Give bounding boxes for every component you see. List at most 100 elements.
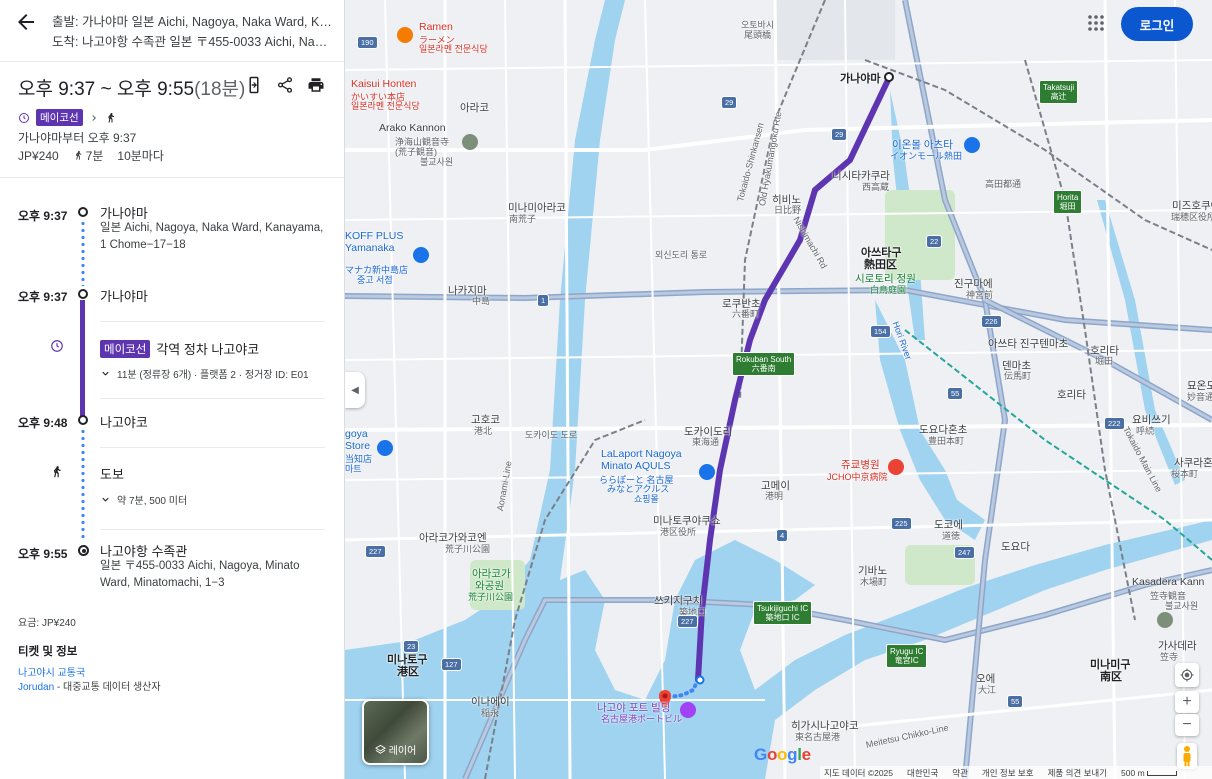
restaurant-marker[interactable] — [397, 27, 413, 43]
zoom-in-button[interactable]: + — [1175, 691, 1199, 713]
tickets-title: 티켓 및 정보 — [18, 646, 78, 658]
destination-text: 나고야항 수족관 일본 〒455-0033 Aichi, Nagoya, Min… — [81, 35, 332, 49]
map-canvas[interactable]: 가나야마 오토바시 尾頭橋 Ramen ラーメン 일본라멘 전문식당 Kaisu… — [345, 0, 1212, 779]
chevron-right-icon — [92, 114, 96, 121]
walk-details-toggle[interactable]: 약 7분, 500 미터 — [100, 492, 187, 507]
poi-label: Yamanaka — [345, 242, 395, 254]
agency-link[interactable]: 나고야시 교통국 — [18, 664, 85, 679]
exit-sign-jp: 六番南 — [751, 364, 776, 373]
poi-label[interactable]: goya — [345, 428, 368, 440]
station-label-jp: 妙音通 — [1187, 392, 1212, 402]
poi-label[interactable]: LaLaport Nagoya — [601, 448, 682, 460]
directions-panel: 출발: 가나야마 일본 Aichi, Nagoya, Naka Ward, Ka… — [0, 0, 345, 779]
back-arrow-icon[interactable] — [14, 10, 38, 34]
station-label: 아라코 — [460, 102, 489, 114]
route-shield: 55 — [947, 387, 964, 400]
stop-time: 오후 9:48 — [18, 416, 68, 430]
destination-field[interactable]: 도착: 나고야항 수족관 일본 〒455-0033 Aichi, Nagoya,… — [52, 31, 332, 50]
building-marker[interactable] — [680, 702, 696, 718]
park-label: 荒子川公園 — [468, 592, 514, 602]
clock-icon — [19, 112, 29, 123]
send-to-phone-icon[interactable] — [245, 76, 263, 94]
station-label: 아쓰타 진구텐마초 — [988, 338, 1069, 350]
time-range-text: 오후 9:37 ~ 오후 9:55 — [18, 79, 195, 100]
layers-button[interactable]: 레이어 — [362, 699, 429, 765]
station-label[interactable]: 가나야마 — [840, 70, 880, 86]
shop-marker[interactable] — [413, 247, 429, 263]
logo-letter: o — [766, 745, 778, 764]
ic-sign-jp: 高辻 — [1050, 92, 1067, 101]
station-label-jp: 豊田本町 — [928, 436, 965, 446]
collapse-panel-button[interactable]: ◀ — [345, 372, 365, 408]
scale-text: 500 m — [1121, 767, 1145, 778]
exit-sign-text: Rokuban South — [736, 355, 792, 364]
temple-marker[interactable] — [1157, 612, 1173, 628]
stop-name[interactable]: 나고야코 — [100, 412, 148, 431]
poi-label[interactable]: Arako Kannon — [379, 122, 446, 134]
divider — [100, 398, 325, 399]
poi-label[interactable]: Kaisui Honten — [351, 78, 416, 90]
route-shield: 154 — [870, 325, 891, 338]
station-marker[interactable] — [695, 675, 705, 685]
my-location-icon — [1180, 668, 1194, 682]
layers-text: 레이어 — [388, 746, 417, 757]
poi-label: 일본라멘 전문식당 — [351, 101, 420, 111]
station-label: 호리타 — [1057, 389, 1086, 401]
shopping-marker[interactable] — [699, 464, 715, 480]
login-button[interactable]: 로그인 — [1121, 7, 1193, 41]
station-label-jp: 伝馬町 — [1004, 371, 1032, 381]
chevron-down-icon — [102, 371, 109, 376]
logo-letter: e — [801, 745, 811, 764]
rail-yard — [775, 0, 895, 60]
route-shield: 227 — [677, 615, 698, 628]
walk-time-text: 7분 — [85, 149, 104, 163]
transit-title: 각역 정차 나고야코 — [156, 342, 260, 357]
poi-label[interactable]: Kasadera Kann — [1132, 576, 1204, 588]
feedback-link[interactable]: 제품 의견 보내기 — [1048, 767, 1107, 779]
walk-icon — [54, 466, 61, 478]
scale[interactable]: 500 m — [1121, 767, 1178, 778]
road — [345, 59, 1212, 71]
route-shield: 226 — [981, 315, 1002, 328]
print-icon[interactable] — [307, 76, 325, 94]
share-icon[interactable] — [276, 76, 294, 94]
fare-total: 요금: JP¥240 — [18, 618, 76, 629]
station-label-jp: 荒子川公園 — [445, 544, 491, 554]
shop-marker[interactable] — [377, 440, 393, 456]
station-label-jp: 港北 — [474, 426, 493, 436]
line-badge: 메이코선 — [36, 109, 83, 126]
exit-sign: Rokuban South 六番南 — [732, 352, 796, 376]
poi-label: 일본라멘 전문식당 — [419, 44, 488, 54]
provider-link[interactable]: Jorudan — [18, 682, 54, 693]
ic-sign: Takatsuji 高辻 — [1039, 80, 1079, 104]
poi-label: Store — [345, 440, 371, 452]
transit-details-toggle[interactable]: 11분 (정류장 6개) · 플랫폼 2 · 정거장 ID: E01 — [100, 366, 309, 381]
zoom-out-button[interactable]: − — [1175, 714, 1199, 736]
apps-grid-icon[interactable] — [1087, 14, 1105, 32]
temple-marker[interactable] — [462, 134, 478, 150]
ic-sign-text: Ryugu IC — [890, 647, 924, 656]
poi-label[interactable]: KOFF PLUS — [345, 230, 403, 242]
origin-marker[interactable] — [884, 72, 894, 82]
layers-icon — [374, 744, 386, 754]
privacy-link[interactable]: 개인 정보 보호 — [982, 767, 1034, 779]
destination-label: 도착: — [52, 35, 79, 49]
region-link[interactable]: 대한민국 — [907, 767, 938, 779]
stop-time: 오후 9:37 — [18, 290, 68, 304]
shopping-marker[interactable] — [964, 137, 980, 153]
ic-sign: Horita 堀田 — [1053, 190, 1083, 214]
hospital-marker[interactable] — [888, 459, 904, 475]
station-label-jp: 東名古屋港 — [795, 732, 841, 742]
stop-name[interactable]: 가나야마 — [100, 286, 148, 305]
district-label: 港区 — [397, 666, 419, 678]
google-logo: Google — [754, 745, 811, 765]
route-shield: 22 — [926, 235, 943, 248]
my-location-button[interactable] — [1175, 663, 1199, 687]
terms-link[interactable]: 약관 — [952, 767, 968, 779]
divider — [100, 321, 325, 322]
route-shield: 4 — [776, 529, 789, 542]
origin-field[interactable]: 출발: 가나야마 일본 Aichi, Nagoya, Naka Ward, Ka… — [52, 11, 332, 30]
origin-label: 출발: — [52, 15, 79, 29]
poi-label[interactable]: Ramen — [419, 21, 453, 33]
station-label-jp: 尾頭橋 — [744, 30, 772, 40]
